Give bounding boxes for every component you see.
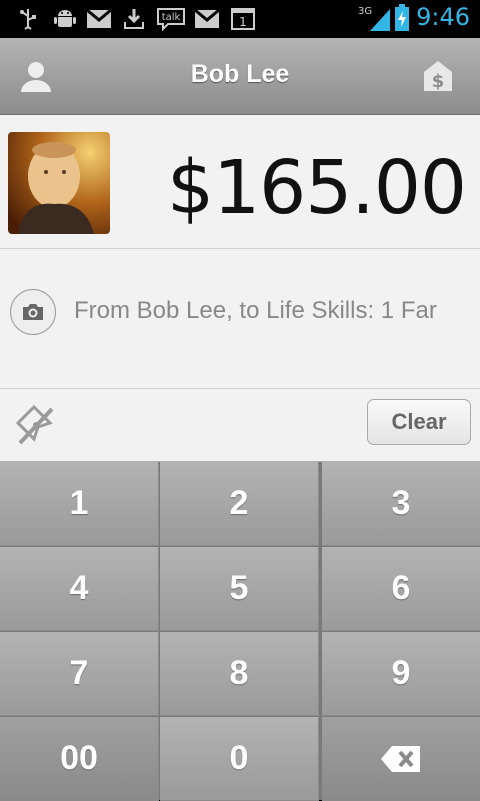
talk-icon: talk (156, 7, 186, 31)
payment-amount: $165.00 (166, 145, 467, 231)
dollar-tag-icon: $ (424, 61, 452, 92)
android-debug-icon (52, 7, 78, 31)
key-5[interactable]: 5 (160, 547, 319, 631)
key-4[interactable]: 4 (0, 547, 159, 631)
gmail-icon (194, 7, 220, 31)
key-1[interactable]: 1 (0, 462, 159, 546)
key-2[interactable]: 2 (160, 462, 319, 546)
download-icon (122, 7, 146, 31)
backspace-key[interactable] (322, 717, 480, 801)
signal-3g-icon: 3G (358, 4, 392, 32)
request-money-button[interactable]: $ (416, 54, 460, 98)
key-8[interactable]: 8 (160, 632, 319, 716)
svg-text:$: $ (432, 71, 445, 92)
keypad: 1 2 3 4 5 6 7 8 9 00 0 (0, 462, 480, 801)
calendar-icon: 1 (230, 7, 256, 31)
key-0[interactable]: 0 (160, 717, 319, 801)
gmail-icon (86, 7, 112, 31)
avatar[interactable] (8, 132, 110, 234)
key-00[interactable]: 00 (0, 717, 159, 801)
camera-icon (23, 304, 43, 320)
clear-button[interactable]: Clear (367, 399, 471, 445)
svg-text:3G: 3G (358, 6, 372, 17)
key-6[interactable]: 6 (322, 547, 480, 631)
tool-row: Clear (0, 389, 480, 462)
memo-row: From Bob Lee, to Life Skills: 1 Far (0, 249, 480, 389)
backspace-icon (381, 745, 420, 772)
key-7[interactable]: 7 (0, 632, 159, 716)
amount-panel: $165.00 (0, 115, 480, 249)
svg-text:1: 1 (239, 15, 247, 29)
page-title: Bob Lee (190, 60, 290, 88)
location-off-icon[interactable] (14, 403, 58, 447)
key-3[interactable]: 3 (322, 462, 480, 546)
battery-charging-icon (394, 4, 410, 32)
clock: 9:46 (416, 3, 470, 31)
camera-button[interactable] (10, 289, 56, 335)
status-bar: talk 1 3G 9:46 (0, 0, 480, 38)
svg-text:talk: talk (162, 12, 181, 23)
memo-field[interactable]: From Bob Lee, to Life Skills: 1 Far (74, 297, 474, 325)
key-9[interactable]: 9 (322, 632, 480, 716)
usb-icon (16, 7, 40, 31)
action-bar: Bob Lee $ (0, 38, 480, 115)
